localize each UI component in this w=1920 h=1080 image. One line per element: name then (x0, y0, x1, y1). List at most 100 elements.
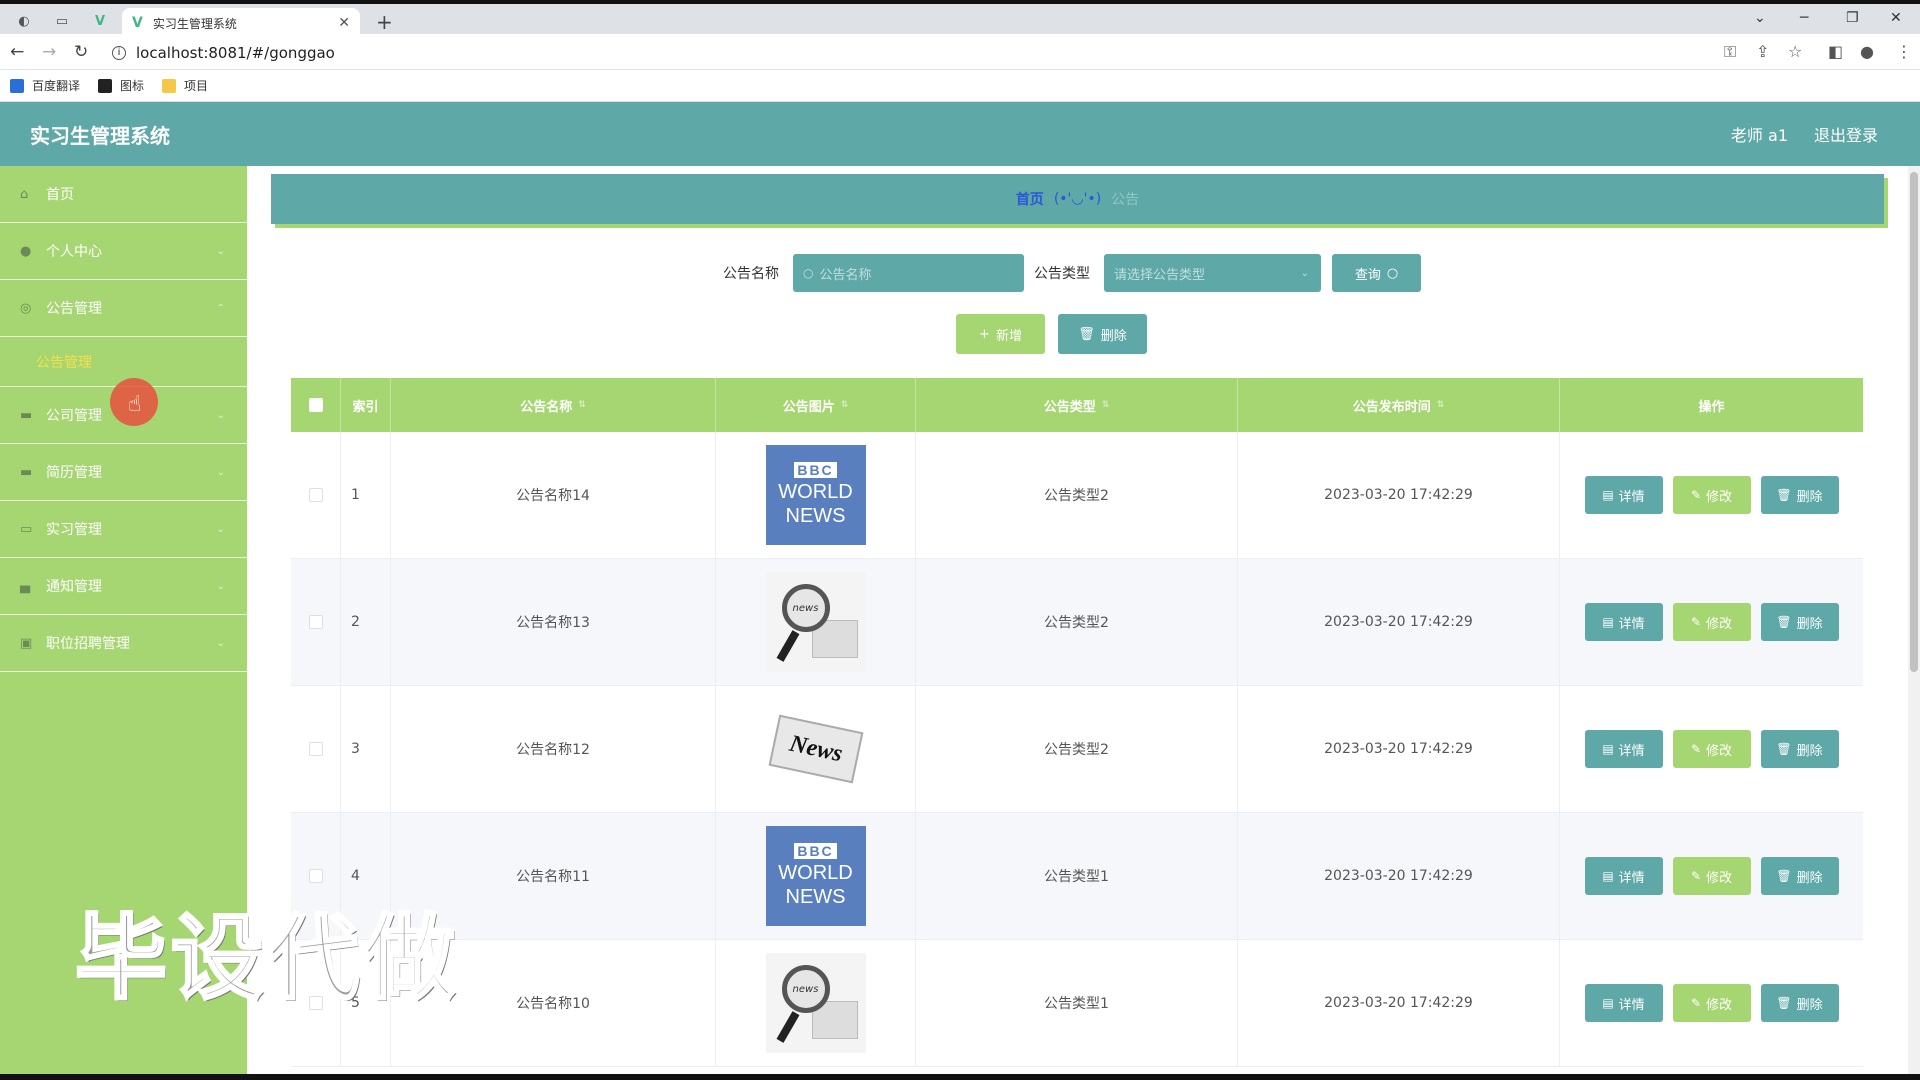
delete-button[interactable]: 🗑 删除 (1760, 857, 1839, 895)
restore-icon[interactable]: ❐ (1846, 10, 1859, 26)
sidebar-item-jobs[interactable]: ▣ 职位招聘管理 ⌄ (0, 615, 247, 672)
notice-image[interactable]: news (765, 953, 866, 1053)
notice-image[interactable]: BBC WORLD NEWS (765, 826, 866, 926)
notice-image[interactable]: News (765, 699, 866, 799)
table-row[interactable]: 3 公告名称12 News 公告类型2 2023-03-20 17:42:29 … (291, 686, 1863, 813)
header-label: 操作 (1698, 399, 1725, 415)
browser-tab-icon[interactable]: ▭ (48, 10, 76, 32)
table-body: 1 公告名称14 BBC WORLD NEWS 公告类型2 2023-03-20… (291, 432, 1863, 1067)
type-select[interactable]: 请选择公告类型 ⌄ (1104, 254, 1321, 292)
profile-icon[interactable]: ● (1860, 42, 1874, 61)
notice-table: 索引 公告名称 ⇅ 公告图片 ⇅ 公告类型 ⇅ 公告发布时间 ⇅ 操作 1 公告名称14… (291, 378, 1863, 1067)
sort-icon[interactable]: ⇅ (841, 400, 849, 410)
detail-button[interactable]: ▤ 详情 (1584, 476, 1663, 514)
reload-icon[interactable]: ↻ (74, 42, 88, 62)
header-image[interactable]: 公告图片 ⇅ (716, 378, 916, 432)
header-type[interactable]: 公告类型 ⇅ (916, 378, 1238, 432)
sidebar-item-home[interactable]: ⌂ 首页 (0, 166, 247, 223)
cell-type: 公告类型2 (916, 559, 1238, 685)
row-checkbox[interactable] (308, 615, 323, 629)
detail-label: 详情 (1618, 616, 1645, 632)
delete-button[interactable]: 🗑 删除 (1760, 984, 1839, 1022)
edit-button[interactable]: ✎ 修改 (1672, 857, 1751, 895)
table-row[interactable]: 4 公告名称11 BBC WORLD NEWS 公告类型1 2023-03-20… (291, 813, 1863, 940)
query-button[interactable]: 查询 ○ (1332, 254, 1421, 292)
app-header: 实习生管理系统 老师 a1 退出登录 (0, 102, 1920, 166)
table-row[interactable]: 5 公告名称10 news 公告类型1 2023-03-20 17:42:29 … (291, 940, 1863, 1067)
detail-button[interactable]: ▤ 详情 (1584, 603, 1663, 641)
delete-button[interactable]: 🗑 删除 (1760, 476, 1839, 514)
notice-image[interactable]: news (765, 572, 866, 672)
page-scrollbar[interactable] (1908, 166, 1920, 1080)
detail-button[interactable]: ▤ 详情 (1584, 857, 1663, 895)
header-name[interactable]: 公告名称 ⇅ (391, 378, 716, 432)
forward-icon[interactable]: → (42, 42, 56, 62)
detail-button[interactable]: ▤ 详情 (1584, 730, 1663, 768)
monitor-icon: ▬ (20, 408, 33, 423)
sort-icon[interactable]: ⇅ (578, 400, 586, 410)
minimize-icon[interactable]: ─ (1800, 10, 1808, 26)
cell-type: 公告类型1 (916, 940, 1238, 1066)
sort-icon[interactable]: ⇅ (1437, 400, 1445, 410)
sidebar-item-notification[interactable]: ▄ 通知管理 ⌄ (0, 558, 247, 615)
type-placeholder: 请选择公告类型 (1114, 267, 1206, 283)
close-window-icon[interactable]: ✕ (1890, 10, 1902, 26)
document-icon: ▤ (1602, 615, 1614, 629)
header-label: 索引 (352, 399, 379, 415)
menu-icon[interactable]: ⋮ (1896, 42, 1912, 61)
share-icon[interactable]: ⇪ (1756, 42, 1769, 61)
detail-button[interactable]: ▤ 详情 (1584, 984, 1663, 1022)
breadcrumb-home[interactable]: 首页 (1016, 189, 1044, 209)
delete-button[interactable]: 🗑 删除 (1760, 603, 1839, 641)
add-button[interactable]: + 新增 (956, 314, 1045, 354)
star-icon[interactable]: ☆ (1788, 42, 1802, 61)
browser-tab-bar: ◐ ▭ V V 实习生管理系统 ✕ + ⌄ ─ ❐ ✕ (0, 0, 1920, 38)
site-info-icon[interactable]: i (112, 46, 126, 60)
scroll-thumb[interactable] (1910, 172, 1918, 672)
row-checkbox[interactable] (308, 869, 323, 883)
edit-button[interactable]: ✎ 修改 (1672, 984, 1751, 1022)
new-tab-button[interactable]: + (376, 10, 393, 34)
chevron-down-icon: ⌄ (216, 523, 225, 535)
bulk-delete-button[interactable]: 🗑 删除 (1058, 314, 1147, 354)
delete-label: 删除 (1796, 489, 1823, 505)
delete-button[interactable]: 🗑 删除 (1760, 730, 1839, 768)
table-row[interactable]: 2 公告名称13 news 公告类型2 2023-03-20 17:42:29 … (291, 559, 1863, 686)
sort-icon[interactable]: ⇅ (1102, 400, 1110, 410)
select-all-checkbox[interactable] (308, 398, 323, 412)
sidebar-item-resume[interactable]: ▬ 简历管理 ⌄ (0, 444, 247, 501)
vue-tab-icon[interactable]: V (86, 10, 114, 32)
sidebar-item-internship[interactable]: ▭ 实习管理 ⌄ (0, 501, 247, 558)
tab-list-icon[interactable]: ⌄ (1754, 10, 1766, 26)
delete-label: 删除 (1796, 997, 1823, 1013)
back-icon[interactable]: ← (10, 42, 24, 62)
cell-index: 3 (341, 686, 391, 812)
bookmark-item[interactable]: 百度翻译 (10, 77, 80, 94)
edit-button[interactable]: ✎ 修改 (1672, 603, 1751, 641)
edit-button[interactable]: ✎ 修改 (1672, 730, 1751, 768)
edit-button[interactable]: ✎ 修改 (1672, 476, 1751, 514)
pencil-icon: ✎ (1690, 488, 1702, 502)
chevron-down-icon: ⌄ (216, 409, 225, 421)
cell-ops: ▤ 详情 ✎ 修改 🗑 删除 (1560, 432, 1863, 558)
sidepanel-icon[interactable]: ◧ (1828, 42, 1843, 61)
logout-link[interactable]: 退出登录 (1814, 122, 1878, 146)
pencil-icon: ✎ (1690, 615, 1702, 629)
bookmark-item[interactable]: 图标 (98, 77, 144, 94)
row-checkbox[interactable] (308, 488, 323, 502)
row-checkbox[interactable] (308, 742, 323, 756)
bookmark-item[interactable]: 项目 (162, 77, 208, 94)
cell-time: 2023-03-20 17:42:29 (1238, 559, 1560, 685)
url-field[interactable]: i localhost:8081/#/gonggao (112, 42, 335, 64)
trash-icon: 🗑 (1776, 615, 1792, 629)
search-icon: ○ (1386, 265, 1399, 281)
notice-image[interactable]: BBC WORLD NEWS (765, 445, 866, 545)
home-icon: ⌂ (20, 187, 29, 202)
table-row[interactable]: 1 公告名称14 BBC WORLD NEWS 公告类型2 2023-03-20… (291, 432, 1863, 559)
header-time[interactable]: 公告发布时间 ⇅ (1238, 378, 1560, 432)
tab-close-icon[interactable]: ✕ (338, 15, 350, 31)
key-icon[interactable]: ⚿ (1724, 42, 1736, 62)
browser-tab-icon[interactable]: ◐ (10, 10, 38, 32)
bbc-line2: NEWS (785, 886, 846, 908)
name-search-input[interactable]: ○ 公告名称 (793, 254, 1024, 292)
